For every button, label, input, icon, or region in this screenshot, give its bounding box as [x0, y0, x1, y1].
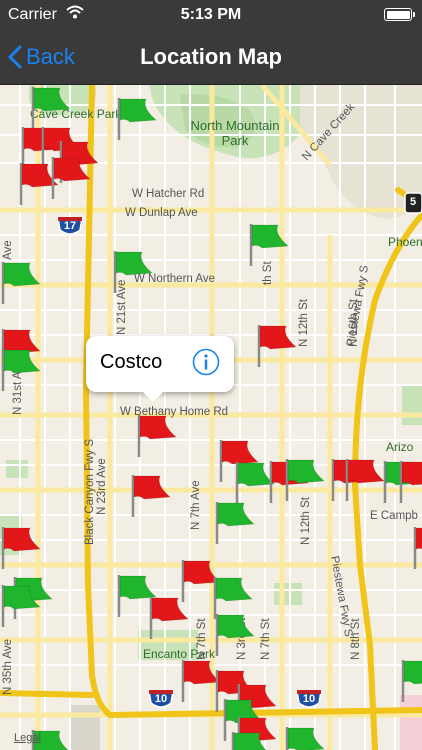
red-flag-pin[interactable]: [412, 525, 422, 571]
park-label-phoenix: Phoen: [388, 235, 422, 249]
green-flag-pin[interactable]: [0, 347, 44, 393]
street-label: N 7th St: [260, 618, 272, 660]
green-flag-pin[interactable]: [116, 96, 160, 142]
callout-tail: [142, 391, 164, 402]
street-label: W Hatcher Rd: [132, 188, 205, 200]
green-flag-pin[interactable]: [214, 612, 258, 658]
street-label: N 7th St: [196, 618, 208, 660]
interstate-shield-icon: 17: [57, 216, 83, 238]
park-label-north-mountain: North Mountain Park: [190, 118, 280, 148]
green-flag-pin[interactable]: [112, 249, 156, 295]
street-label: Black Canyon Fwy S: [84, 438, 96, 545]
green-flag-pin[interactable]: [284, 725, 328, 750]
street-label: W Dunlap Ave: [125, 207, 198, 219]
battery-icon: [384, 8, 415, 21]
red-flag-pin[interactable]: [148, 595, 192, 641]
interstate-shield-icon: 10: [296, 689, 322, 711]
green-flag-pin[interactable]: [400, 658, 422, 704]
page-title: Location Map: [140, 44, 282, 69]
green-flag-pin[interactable]: [230, 730, 274, 750]
red-flag-pin[interactable]: [398, 459, 422, 505]
street-label: N 23rd Ave: [96, 458, 108, 515]
info-icon: [192, 348, 220, 376]
red-flag-pin[interactable]: [136, 413, 180, 459]
highway-shield-icon: 5: [404, 192, 422, 214]
street-label: N 7th Ave: [190, 480, 202, 530]
red-flag-pin[interactable]: [130, 473, 174, 519]
green-flag-pin[interactable]: [248, 222, 292, 268]
street-label: Ave: [2, 240, 14, 260]
green-flag-pin[interactable]: [0, 583, 44, 629]
park-label-arizona: Arizo: [386, 440, 414, 454]
street-label: N 35th Ave: [2, 638, 14, 695]
map-view[interactable]: Cave Creek Park North Mountain Park Enca…: [0, 85, 422, 750]
red-flag-pin[interactable]: [0, 525, 44, 571]
red-flag-pin[interactable]: [50, 155, 94, 201]
navigation-bar: Back Location Map: [0, 30, 422, 85]
legal-link[interactable]: Legal: [14, 732, 41, 744]
callout-title: Costco: [100, 351, 163, 373]
status-time: 5:13 PM: [180, 6, 242, 23]
street-label: E Campb: [370, 510, 418, 522]
green-flag-pin[interactable]: [284, 457, 328, 503]
status-bar: Carrier 5:13 PM: [0, 0, 422, 30]
interstate-shield-icon: 10: [148, 689, 174, 711]
annotation-callout[interactable]: Costco: [86, 336, 234, 402]
info-button[interactable]: [192, 348, 220, 376]
green-flag-pin[interactable]: [214, 500, 258, 546]
red-flag-pin[interactable]: [256, 323, 300, 369]
green-flag-pin[interactable]: [0, 260, 44, 306]
